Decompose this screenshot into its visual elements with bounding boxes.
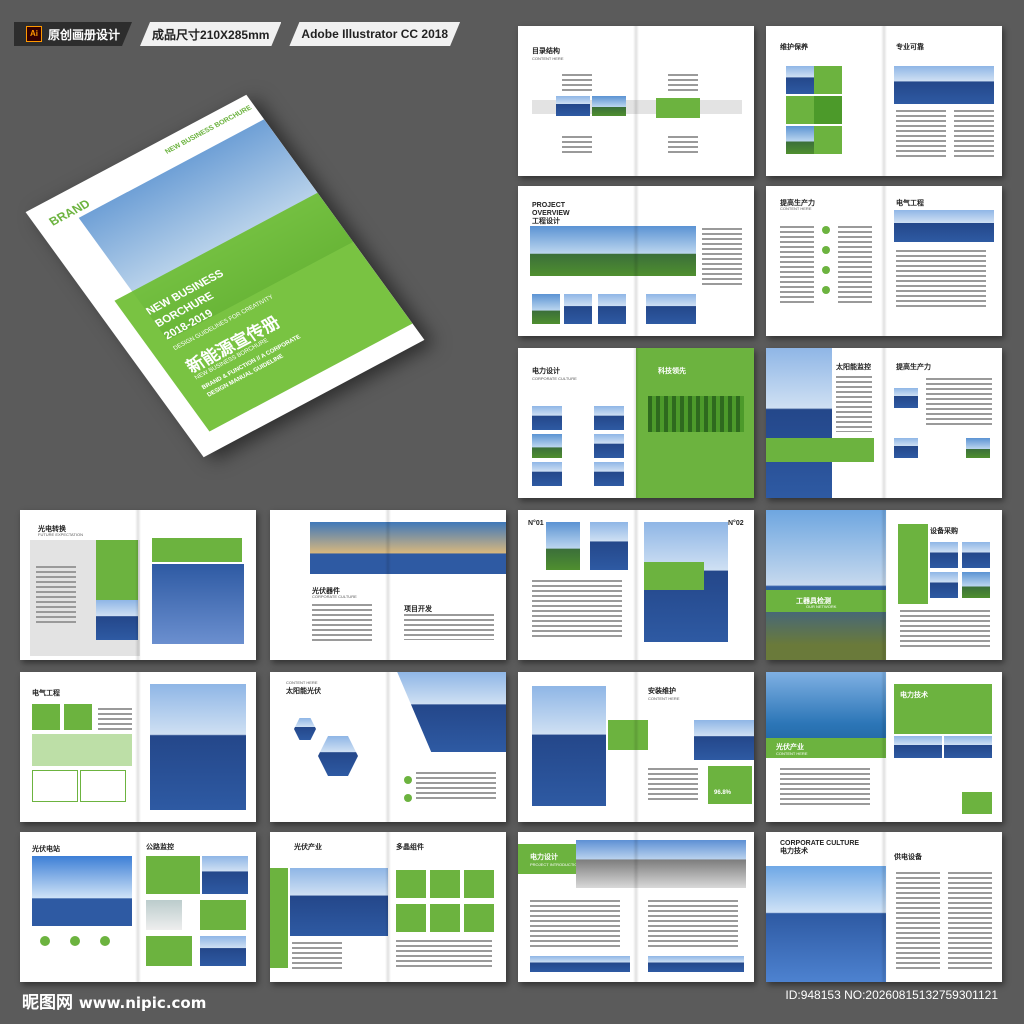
brochure-cover: BRAND NEW BUSINESS BORCHURE NEW BUSINESS… — [25, 94, 460, 476]
watermark-logo: 昵图网 www.nipic.com — [22, 993, 207, 1013]
spread-contents: 目录结构 CONTENT HERE — [518, 26, 754, 176]
spread-pv-industry: 光伏产业 CONTENT HERE 电力技术 — [766, 672, 1002, 822]
spread-no01-02: N°01 N°02 — [518, 510, 754, 660]
spread-equipment-purchase: 工器具检测 OUR NETWORK 设备采购 — [766, 510, 1002, 660]
spread-pv-devices: 光伏器件 CORPORATE CULTURE 项目开发 — [270, 510, 506, 660]
header-tag-size: 成品尺寸210X285mm — [140, 22, 281, 46]
header-tag-design: Ai 原创画册设计 — [14, 22, 132, 46]
spread-polycrystalline: 光伏产业 多晶组件 — [270, 832, 506, 982]
spread-power-design: 电力设计 CORPORATE CULTURE 科技领先 — [518, 348, 754, 498]
spread-power-supply: CORPORATE CULTURE 电力技术 供电设备 — [766, 832, 1002, 982]
spread-power-design-2: 电力设计 PROJECT INTRODUCTION — [518, 832, 754, 982]
spread-photoelectric: 光电转换 FUTURE EXPECTATION — [20, 510, 256, 660]
image-id: ID:948153 NO:20260815132759301121 — [785, 988, 998, 1002]
header-tag-software: Adobe Illustrator CC 2018 — [289, 22, 460, 46]
spread-electrical-engineering: 电气工程 — [20, 672, 256, 822]
spread-project-overview: PROJECT OVERVIEW 工程设计 — [518, 186, 754, 336]
spread-solar-pv: 太阳能光伏 CONTENT HERE — [270, 672, 506, 822]
header-tags: Ai 原创画册设计 成品尺寸210X285mm Adobe Illustrator… — [14, 22, 460, 46]
spread-solar-monitoring: 太阳能监控 提高生产力 — [766, 348, 1002, 498]
spread-pv-station: 光伏电站 公路监控 — [20, 832, 256, 982]
spread-productivity: 提高生产力 CONTENT HERE 电气工程 — [766, 186, 1002, 336]
illustrator-icon: Ai — [26, 26, 42, 42]
spread-maintenance: 维护保养 专业可靠 — [766, 26, 1002, 176]
spread-installation: 安装维护 CONTENT HERE 96.8% — [518, 672, 754, 822]
